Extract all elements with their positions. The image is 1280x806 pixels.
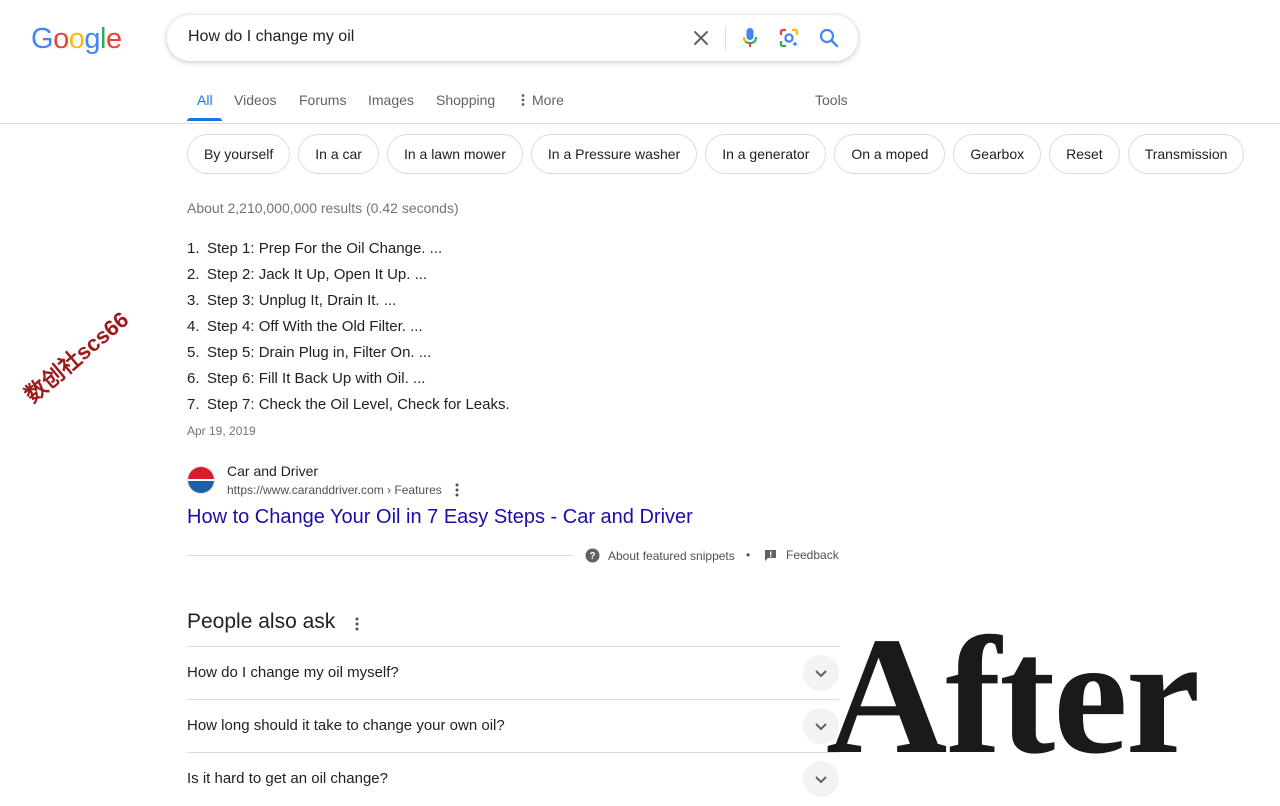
step-number: 2. <box>187 266 200 283</box>
tab-shopping[interactable]: Shopping <box>436 92 495 108</box>
search-icon[interactable] <box>817 26 841 50</box>
step-number: 3. <box>187 292 200 309</box>
featured-snippet-list: 1. Step 1: Prep For the Oil Change. ... 2… <box>187 236 510 418</box>
paa-question[interactable]: Is it hard to get an oil change? <box>187 752 839 806</box>
step-text: Step 1: Prep For the Oil Change. ... <box>207 240 443 257</box>
result-title-link[interactable]: How to Change Your Oil in 7 Easy Steps -… <box>187 506 693 529</box>
more-vert-icon <box>521 94 525 106</box>
paa-question-text: How do I change my oil myself? <box>187 664 399 681</box>
search-box[interactable]: How do I change my oil <box>167 15 858 61</box>
logo-letter: o <box>53 23 69 55</box>
paa-question[interactable]: How long should it take to change your o… <box>187 699 839 753</box>
source-url[interactable]: https://www.caranddriver.com › Features <box>227 483 442 497</box>
step-text: Step 6: Fill It Back Up with Oil. ... <box>207 370 426 387</box>
list-item: 4. Step 4: Off With the Old Filter. ... <box>187 314 510 340</box>
logo-letter: o <box>68 23 85 55</box>
search-divider <box>725 26 726 50</box>
logo-letter: g <box>84 23 100 55</box>
after-overlay-text: After <box>826 603 1200 789</box>
paa-question-text: Is it hard to get an oil change? <box>187 770 388 787</box>
list-item: 1. Step 1: Prep For the Oil Change. ... <box>187 236 510 262</box>
more-vert-icon[interactable] <box>450 480 464 500</box>
close-icon[interactable] <box>689 26 713 50</box>
active-tab-indicator <box>187 118 222 121</box>
step-text: Step 5: Drain Plug in, Filter On. ... <box>207 344 432 361</box>
paa-question[interactable]: How do I change my oil myself? <box>187 646 839 700</box>
google-logo[interactable]: Google <box>31 22 122 56</box>
search-tabs: All Videos Forums Images Shopping More T… <box>0 82 1280 124</box>
about-featured-snippets-link[interactable]: ? About featured snippets <box>585 548 735 563</box>
watermark-text: 数创社scs66 <box>19 306 134 408</box>
tab-more[interactable]: More <box>521 92 564 108</box>
logo-letter: e <box>105 23 122 55</box>
refinement-chips: By yourself In a car In a lawn mower In … <box>187 134 1245 174</box>
search-input[interactable]: How do I change my oil <box>188 28 354 46</box>
snippet-date: Apr 19, 2019 <box>187 424 256 438</box>
tab-videos[interactable]: Videos <box>234 92 277 108</box>
about-featured-snippets-label: About featured snippets <box>608 548 735 563</box>
site-favicon[interactable] <box>187 466 215 494</box>
tab-more-label: More <box>532 92 564 108</box>
chip[interactable]: Transmission <box>1127 134 1245 174</box>
logo-letter: G <box>31 23 54 55</box>
source-name[interactable]: Car and Driver <box>227 463 318 479</box>
list-item: 5. Step 5: Drain Plug in, Filter On. ... <box>187 340 510 366</box>
chip[interactable]: On a moped <box>834 134 946 174</box>
list-item: 6. Step 6: Fill It Back Up with Oil. ... <box>187 366 510 392</box>
tools-button[interactable]: Tools <box>815 92 848 108</box>
lens-icon[interactable] <box>777 26 801 50</box>
divider <box>187 555 573 556</box>
chip[interactable]: In a car <box>298 134 379 174</box>
step-text: Step 7: Check the Oil Level, Check for L… <box>207 396 510 413</box>
people-also-ask-heading: People also ask <box>187 610 336 633</box>
chip[interactable]: In a lawn mower <box>386 134 523 174</box>
step-text: Step 2: Jack It Up, Open It Up. ... <box>207 266 428 283</box>
tab-all[interactable]: All <box>197 92 213 108</box>
step-text: Step 4: Off With the Old Filter. ... <box>207 318 423 335</box>
tab-forums[interactable]: Forums <box>299 92 346 108</box>
microphone-icon[interactable] <box>738 26 762 50</box>
result-stats: About 2,210,000,000 results (0.42 second… <box>187 200 459 216</box>
chip[interactable]: Reset <box>1049 134 1120 174</box>
chip[interactable]: Gearbox <box>953 134 1042 174</box>
step-number: 7. <box>187 396 200 413</box>
separator-dot: • <box>746 548 751 562</box>
step-number: 5. <box>187 344 200 361</box>
chip[interactable]: In a generator <box>705 134 827 174</box>
tab-images[interactable]: Images <box>368 92 414 108</box>
step-text: Step 3: Unplug It, Drain It. ... <box>207 292 397 309</box>
more-vert-icon[interactable] <box>350 614 364 634</box>
chip[interactable]: By yourself <box>187 134 291 174</box>
svg-text:?: ? <box>589 551 595 562</box>
feedback-icon <box>765 549 776 561</box>
step-number: 4. <box>187 318 200 335</box>
chip[interactable]: In a Pressure washer <box>530 134 698 174</box>
feedback-button[interactable]: Feedback <box>764 548 839 562</box>
paa-question-text: How long should it take to change your o… <box>187 717 505 734</box>
list-item: 3. Step 3: Unplug It, Drain It. ... <box>187 288 510 314</box>
step-number: 1. <box>187 240 200 257</box>
feedback-label: Feedback <box>786 548 839 562</box>
list-item: 7. Step 7: Check the Oil Level, Check for… <box>187 392 510 418</box>
list-item: 2. Step 2: Jack It Up, Open It Up. ... <box>187 262 510 288</box>
watermark: 数创社scs66 <box>18 302 138 408</box>
step-number: 6. <box>187 370 200 387</box>
help-icon: ? <box>585 548 600 563</box>
